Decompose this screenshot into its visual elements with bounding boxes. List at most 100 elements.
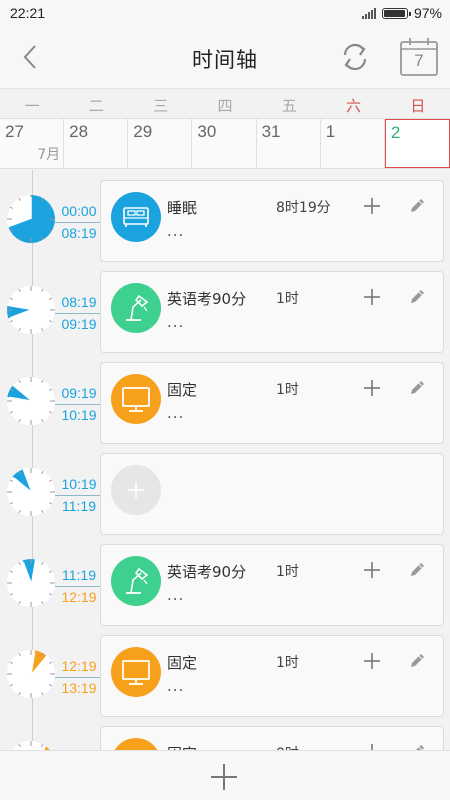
category-badge[interactable] xyxy=(111,465,161,515)
clock-icon xyxy=(7,195,56,243)
end-time: 09:19 xyxy=(61,316,97,332)
plus-icon[interactable] xyxy=(361,195,383,217)
end-time: 12:19 xyxy=(61,589,97,605)
category-badge xyxy=(111,647,161,697)
bottom-bar xyxy=(0,750,450,800)
weekday-label: 二 xyxy=(88,97,104,115)
activity-description: ... xyxy=(167,677,185,695)
time-divider xyxy=(55,495,100,496)
plus-icon[interactable] xyxy=(361,286,383,308)
empty-slot-card[interactable] xyxy=(100,453,444,535)
date-cell[interactable]: 29 xyxy=(128,119,193,168)
desk-lamp-icon xyxy=(126,567,149,594)
weekday-label: 五 xyxy=(281,97,297,115)
end-time: 13:19 xyxy=(61,680,97,696)
weekday-label: 三 xyxy=(153,97,169,115)
start-time: 11:19 xyxy=(62,567,96,583)
status-indicators: 97% xyxy=(361,5,442,21)
weekday-label: 四 xyxy=(217,97,233,115)
date-cell-selected[interactable]: 2 xyxy=(384,119,450,168)
date-cell[interactable]: 27 7月 xyxy=(0,119,65,168)
activity-duration: 1时 xyxy=(276,382,299,398)
time-divider xyxy=(55,222,100,223)
plus-icon[interactable] xyxy=(361,377,383,399)
timeline-row: 08:19 09:19 英语考90分... 1时 xyxy=(0,271,450,353)
pencil-icon[interactable] xyxy=(406,650,428,672)
time-divider xyxy=(55,313,100,314)
battery-fill xyxy=(383,9,406,17)
timeline-row: 12:19 13:19 固定... 1时 xyxy=(0,635,450,717)
timeline-row: 09:19 10:19 固定... 1时 xyxy=(0,362,450,444)
activity-card[interactable]: 英语考90分... 1时 xyxy=(100,544,444,626)
page-title: 时间轴 xyxy=(192,48,258,72)
start-time: 08:19 xyxy=(61,294,97,310)
activity-card[interactable]: 睡眠... 8时19分 xyxy=(100,180,444,262)
pencil-icon[interactable] xyxy=(406,195,428,217)
start-time: 09:19 xyxy=(61,385,97,401)
activity-duration: 1时 xyxy=(276,291,299,307)
weekday-label: 六 xyxy=(346,97,362,115)
plus-icon[interactable] xyxy=(361,650,383,672)
date-cell[interactable]: 1 xyxy=(321,119,385,168)
date-number: 29 xyxy=(133,122,153,141)
status-time: 22:21 xyxy=(10,5,46,21)
activity-description: ... xyxy=(167,222,185,240)
date-cell[interactable]: 28 xyxy=(64,119,129,168)
clock-icon xyxy=(7,559,55,607)
activity-card[interactable]: 英语考90分... 1时 xyxy=(100,271,444,353)
calendar-day: 7 xyxy=(414,51,424,70)
date-number: 28 xyxy=(69,122,89,141)
pencil-icon[interactable] xyxy=(406,286,428,308)
app-header: 时间轴 7 xyxy=(0,26,450,88)
date-cell[interactable]: 31 xyxy=(257,119,321,168)
clock-icon xyxy=(7,286,55,334)
start-time: 10:19 xyxy=(61,476,97,492)
start-time: 12:19 xyxy=(61,658,97,674)
battery-icon xyxy=(381,7,411,19)
category-badge xyxy=(111,556,161,606)
activity-card[interactable]: 固定... 1时 xyxy=(100,635,444,717)
activity-description: ... xyxy=(167,313,185,331)
desk-lamp-icon xyxy=(126,294,149,321)
date-number: 27 xyxy=(5,122,24,141)
category-badge xyxy=(111,192,161,242)
clock-icon xyxy=(7,377,55,425)
end-time: 08:19 xyxy=(61,225,97,241)
plus-icon[interactable] xyxy=(361,559,383,581)
monitor-icon xyxy=(122,660,150,685)
time-divider xyxy=(55,404,100,405)
weekday-label: 日 xyxy=(410,97,426,115)
date-number: 30 xyxy=(197,122,217,141)
date-month: 7月 xyxy=(37,147,61,163)
date-number: 1 xyxy=(325,122,336,141)
monitor-icon xyxy=(122,387,150,412)
activity-description: ... xyxy=(167,586,185,604)
start-time: 00:00 xyxy=(61,203,97,219)
clock-icon xyxy=(7,650,55,698)
date-number: 2 xyxy=(390,123,401,142)
timeline-row: 00:00 08:19 睡眠... 8时19分 xyxy=(0,180,450,262)
calendar-icon[interactable]: 7 xyxy=(398,37,440,77)
activity-card[interactable]: 固定... 1时 xyxy=(100,362,444,444)
pencil-icon[interactable] xyxy=(406,559,428,581)
weekday-label: 一 xyxy=(24,97,40,115)
date-cell[interactable]: 30 xyxy=(192,119,257,168)
date-number: 31 xyxy=(261,122,281,141)
end-time: 10:19 xyxy=(61,407,97,423)
time-divider xyxy=(55,677,100,678)
status-bar: 22:21 97% xyxy=(0,0,450,26)
timeline-row: 10:19 11:19 xyxy=(0,453,450,535)
end-time: 11:19 xyxy=(62,498,96,514)
battery-percent: 97% xyxy=(413,5,442,21)
activity-duration: 1时 xyxy=(276,655,299,671)
weekday-header: 一二三四五六日 xyxy=(0,88,450,118)
refresh-icon[interactable] xyxy=(336,38,374,76)
pencil-icon[interactable] xyxy=(406,377,428,399)
activity-title: 英语考90分 xyxy=(167,563,247,581)
activity-description: ... xyxy=(167,404,185,422)
clock-icon xyxy=(7,468,55,516)
add-icon[interactable] xyxy=(208,761,240,793)
timeline-row: 11:19 12:19 英语考90分... 1时 xyxy=(0,544,450,626)
bed-icon xyxy=(123,207,149,227)
category-badge xyxy=(111,374,161,424)
